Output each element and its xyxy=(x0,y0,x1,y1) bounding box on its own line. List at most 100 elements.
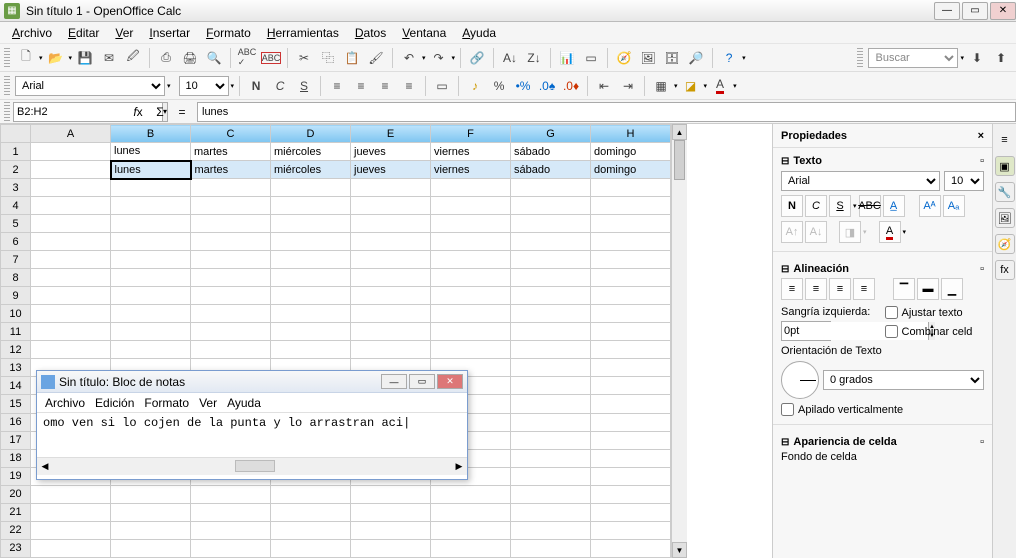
row-header-6[interactable]: 6 xyxy=(1,233,31,251)
cell-D10[interactable] xyxy=(271,305,351,323)
del-decimal-icon[interactable]: .0♦ xyxy=(560,75,582,97)
row-header-5[interactable]: 5 xyxy=(1,215,31,233)
section-appearance-more-icon[interactable]: ▫ xyxy=(980,436,984,448)
row-header-16[interactable]: 16 xyxy=(1,413,31,431)
cell-A7[interactable] xyxy=(31,251,111,269)
cell-F8[interactable] xyxy=(431,269,511,287)
cell-A2[interactable] xyxy=(31,161,111,179)
cell-D8[interactable] xyxy=(271,269,351,287)
align-justify-icon[interactable]: ≡ xyxy=(398,75,420,97)
cell-G18[interactable] xyxy=(511,449,591,467)
panel-valignb-icon[interactable]: ▁ xyxy=(941,278,963,300)
redo-icon[interactable]: ↷ xyxy=(428,47,450,69)
add-decimal-icon[interactable]: .0♠ xyxy=(536,75,558,97)
cell-H5[interactable] xyxy=(591,215,671,233)
cell-A4[interactable] xyxy=(31,197,111,215)
cell-A6[interactable] xyxy=(31,233,111,251)
cell-H23[interactable] xyxy=(591,539,671,557)
cell-A22[interactable] xyxy=(31,521,111,539)
panel-font-combo[interactable]: Arial xyxy=(781,171,940,191)
find-prev-icon[interactable]: ⬆ xyxy=(990,47,1012,69)
dec-indent-icon[interactable]: ⇤ xyxy=(593,75,615,97)
panel-shadow-icon[interactable]: A̲ xyxy=(883,195,905,217)
print-preview-icon[interactable]: 🔍 xyxy=(203,47,225,69)
search-field[interactable]: Buscar xyxy=(868,48,958,68)
cell-G5[interactable] xyxy=(511,215,591,233)
cell-G6[interactable] xyxy=(511,233,591,251)
percent-icon[interactable]: % xyxy=(488,75,510,97)
cell-F2[interactable]: viernes xyxy=(431,161,511,179)
cell-E21[interactable] xyxy=(351,503,431,521)
cell-H19[interactable] xyxy=(591,467,671,485)
currency-icon[interactable]: ♪ xyxy=(464,75,486,97)
notepad-hscroll[interactable]: ◀ ▶ xyxy=(37,457,467,475)
panel-close-icon[interactable]: × xyxy=(978,130,984,142)
panel-alignc-icon[interactable]: ≡ xyxy=(805,278,827,300)
cell-F5[interactable] xyxy=(431,215,511,233)
panel-valignm-icon[interactable]: ▬ xyxy=(917,278,939,300)
zoom-icon[interactable]: 🔎 xyxy=(685,47,707,69)
cell-E3[interactable] xyxy=(351,179,431,197)
tab-gallery-icon[interactable]: 🖼 xyxy=(995,208,1015,228)
cell-E9[interactable] xyxy=(351,287,431,305)
help-icon[interactable]: ? xyxy=(718,47,740,69)
font-name-combo[interactable]: Arial xyxy=(15,76,165,96)
col-header-D[interactable]: D xyxy=(271,125,351,143)
cell-B5[interactable] xyxy=(111,215,191,233)
panel-shrink-icon[interactable]: A↓ xyxy=(805,221,827,243)
menu-formato[interactable]: Formato xyxy=(200,24,257,42)
cell-H15[interactable] xyxy=(591,395,671,413)
cell-F22[interactable] xyxy=(431,521,511,539)
panel-alignr-icon[interactable]: ≡ xyxy=(829,278,851,300)
cell-H1[interactable]: domingo xyxy=(591,143,671,161)
datasources-icon[interactable]: 🗄 xyxy=(661,47,683,69)
inc-indent-icon[interactable]: ⇥ xyxy=(617,75,639,97)
panel-sub-icon[interactable]: Aₐ xyxy=(943,195,965,217)
cell-D3[interactable] xyxy=(271,179,351,197)
sort-desc-icon[interactable]: Z↓ xyxy=(523,47,545,69)
cell-H12[interactable] xyxy=(591,341,671,359)
notepad-close-button[interactable]: ✕ xyxy=(437,374,463,389)
cell-E6[interactable] xyxy=(351,233,431,251)
row-header-10[interactable]: 10 xyxy=(1,305,31,323)
cell-H22[interactable] xyxy=(591,521,671,539)
cell-D5[interactable] xyxy=(271,215,351,233)
save-icon[interactable]: 💾 xyxy=(74,47,96,69)
notepad-window[interactable]: Sin título: Bloc de notas — ▭ ✕ ArchivoE… xyxy=(36,370,468,480)
col-header-C[interactable]: C xyxy=(191,125,271,143)
cell-H13[interactable] xyxy=(591,359,671,377)
cell-F9[interactable] xyxy=(431,287,511,305)
tab-functions-icon[interactable]: fx xyxy=(995,260,1015,280)
autospell-icon[interactable]: ABC xyxy=(260,47,282,69)
cell-G4[interactable] xyxy=(511,197,591,215)
hyperlink-icon[interactable]: 🔗 xyxy=(466,47,488,69)
cell-D6[interactable] xyxy=(271,233,351,251)
cell-H7[interactable] xyxy=(591,251,671,269)
cell-H3[interactable] xyxy=(591,179,671,197)
cut-icon[interactable]: ✂ xyxy=(293,47,315,69)
cell-B23[interactable] xyxy=(111,539,191,557)
select-all-corner[interactable] xyxy=(1,125,31,143)
vertical-scrollbar[interactable]: ▲ ▼ xyxy=(671,124,687,558)
row-header-20[interactable]: 20 xyxy=(1,485,31,503)
bold-icon[interactable]: N xyxy=(245,75,267,97)
formula-grip[interactable] xyxy=(4,102,10,122)
cell-G14[interactable] xyxy=(511,377,591,395)
row-header-4[interactable]: 4 xyxy=(1,197,31,215)
cell-E11[interactable] xyxy=(351,323,431,341)
cell-C11[interactable] xyxy=(191,323,271,341)
cell-G20[interactable] xyxy=(511,485,591,503)
italic-icon[interactable]: C xyxy=(269,75,291,97)
col-header-F[interactable]: F xyxy=(431,125,511,143)
cell-G17[interactable] xyxy=(511,431,591,449)
formula-input[interactable] xyxy=(197,102,1016,122)
indent-spinner[interactable]: ▲▼ xyxy=(781,321,831,341)
cell-B2[interactable]: lunes xyxy=(111,161,191,179)
col-header-E[interactable]: E xyxy=(351,125,431,143)
chart-icon[interactable]: 📊 xyxy=(556,47,578,69)
notepad-menu-formato[interactable]: Formato xyxy=(144,396,189,410)
cell-H6[interactable] xyxy=(591,233,671,251)
cell-C3[interactable] xyxy=(191,179,271,197)
font-size-combo[interactable]: 10 xyxy=(179,76,229,96)
cell-F20[interactable] xyxy=(431,485,511,503)
